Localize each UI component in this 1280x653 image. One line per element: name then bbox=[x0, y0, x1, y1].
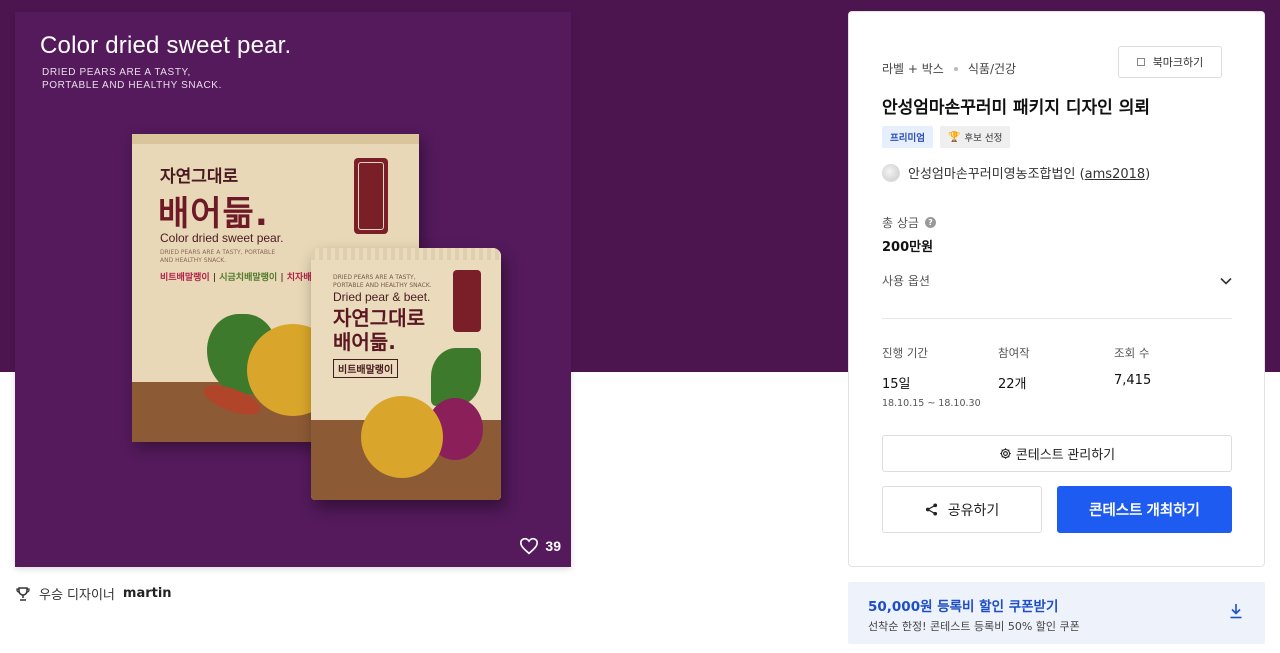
options-toggle[interactable]: 사용 옵션 bbox=[882, 272, 1232, 289]
host-id-link[interactable]: ams2018 bbox=[1085, 167, 1146, 182]
help-icon[interactable]: ? bbox=[924, 217, 936, 228]
brand-logo bbox=[354, 158, 388, 234]
image-subheadline: DRIED PEARS ARE A TASTY, PORTABLE AND HE… bbox=[42, 67, 222, 91]
category-secondary[interactable]: 식품/건강 bbox=[968, 60, 1016, 77]
box-text-big: 배어듦. bbox=[158, 194, 269, 234]
prize-label: 총 상금 ? bbox=[882, 214, 936, 231]
like-button[interactable]: 39 bbox=[519, 537, 561, 555]
bookmark-button[interactable]: 북마크하기 bbox=[1118, 46, 1222, 78]
pear-illustration bbox=[361, 396, 443, 478]
box-tags: 비트배말랭이 | 시금치배말랭이 | 치자배말랭이 bbox=[160, 273, 336, 283]
coupon-banner[interactable]: 50,000원 등록비 할인 쿠폰받기 선착순 한정! 콘테스트 등록비 50%… bbox=[848, 582, 1265, 644]
gear-icon bbox=[1000, 448, 1011, 459]
trophy-icon: 🏆 bbox=[947, 131, 961, 143]
share-button[interactable]: 공유하기 bbox=[882, 486, 1042, 533]
contest-title: 안성엄마손꾸러미 패키지 디자인 의뢰 bbox=[882, 98, 1150, 118]
avatar bbox=[882, 163, 900, 182]
divider bbox=[882, 318, 1232, 319]
box-text-tiny: DRIED PEARS ARE A TASTY, PORTABLE AND HE… bbox=[160, 249, 276, 264]
package-pouch: DRIED PEARS ARE A TASTY, PORTABLE AND HE… bbox=[311, 248, 501, 500]
contest-info-panel: 라벨 + 박스 식품/건강 북마크하기 안성엄마손꾸러미 패키지 디자인 의뢰 … bbox=[848, 11, 1265, 567]
options-label: 사용 옵션 bbox=[882, 274, 930, 288]
download-icon[interactable] bbox=[1229, 603, 1243, 619]
box-text-small: 자연그대로 bbox=[160, 167, 239, 187]
winner-label: 우승 디자이너 bbox=[39, 588, 115, 603]
candidate-badge: 🏆 후보 선정 bbox=[939, 126, 1011, 148]
open-contest-button[interactable]: 콘테스트 개최하기 bbox=[1057, 486, 1232, 533]
stat-views: 조회 수 7,415 bbox=[1114, 346, 1152, 388]
coupon-subtitle: 선착순 한정! 콘테스트 등록비 50% 할인 쿠폰 bbox=[868, 620, 1080, 633]
badge-row: 프리미엄 🏆 후보 선정 bbox=[882, 126, 1011, 148]
category-primary[interactable]: 라벨 + 박스 bbox=[882, 60, 944, 77]
host-name: 안성엄마손꾸러미영농조합법인 (ams2018) bbox=[908, 167, 1151, 182]
chevron-down-icon bbox=[1220, 277, 1232, 285]
share-icon bbox=[925, 503, 937, 516]
image-headline: Color dried sweet pear. bbox=[40, 32, 292, 59]
box-text-english: Color dried sweet pear. bbox=[160, 231, 284, 245]
premium-badge: 프리미엄 bbox=[882, 126, 933, 148]
trophy-icon bbox=[16, 586, 30, 601]
stat-period: 진행 기간 15일 18.10.15 ~ 18.10.30 bbox=[882, 346, 981, 409]
coupon-title: 50,000원 등록비 할인 쿠폰받기 bbox=[868, 599, 1059, 615]
pouch-text-english: Dried pear & beet. bbox=[333, 290, 431, 304]
pouch-tag: 비트배말랭이 bbox=[333, 359, 399, 378]
contest-image[interactable]: Color dried sweet pear. DRIED PEARS ARE … bbox=[15, 12, 571, 567]
brand-logo bbox=[453, 270, 481, 332]
host-info[interactable]: 안성엄마손꾸러미영농조합법인 (ams2018) bbox=[882, 163, 1150, 182]
bookmark-icon bbox=[1136, 58, 1145, 66]
winner-designer: 우승 디자이너 martin bbox=[15, 584, 172, 603]
pouch-text-korean: 자연그대로 배어듦. bbox=[333, 306, 425, 354]
like-count: 39 bbox=[545, 538, 561, 554]
pouch-text-tiny: DRIED PEARS ARE A TASTY, PORTABLE AND HE… bbox=[333, 274, 432, 289]
prize-value: 200만원 bbox=[882, 240, 934, 255]
category-breadcrumb: 라벨 + 박스 식품/건강 bbox=[882, 60, 1016, 77]
manage-contest-button[interactable]: 콘테스트 관리하기 bbox=[882, 435, 1232, 472]
heart-icon bbox=[520, 537, 539, 555]
winner-name[interactable]: martin bbox=[123, 586, 172, 601]
separator-dot bbox=[953, 66, 958, 71]
stat-entries: 참여작 22개 bbox=[998, 346, 1030, 392]
contest-stats: 진행 기간 15일 18.10.15 ~ 18.10.30 참여작 22개 조회… bbox=[882, 345, 1232, 409]
